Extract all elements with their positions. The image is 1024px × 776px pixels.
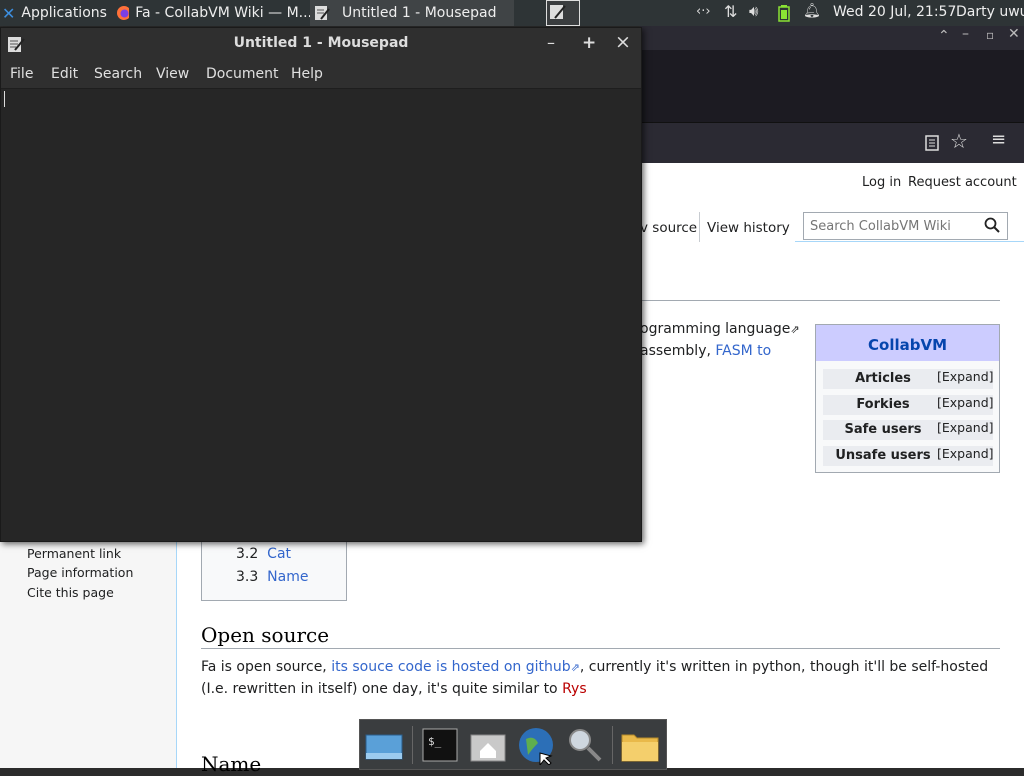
applications-menu[interactable]: ✕ Applications ⋮: [0, 0, 112, 26]
search-icon[interactable]: [984, 217, 1000, 233]
toc-item[interactable]: 3.2 Cat: [236, 546, 291, 562]
home-folder-icon[interactable]: [468, 725, 508, 765]
menu-hamburger-icon[interactable]: ≡: [991, 129, 1006, 150]
infobox-row-label: Articles: [855, 371, 911, 386]
intro-link-programming[interactable]: ogramming language⇗: [640, 321, 800, 337]
infobox-row-label: Unsafe users: [835, 448, 931, 463]
dock-separator: [412, 726, 413, 764]
transfer-icon[interactable]: ⇅: [724, 2, 737, 21]
login-link[interactable]: Log in: [862, 175, 901, 190]
web-browser-icon[interactable]: [516, 725, 556, 765]
section-heading-open-source: Open source: [201, 623, 330, 647]
heading-rule: [640, 300, 1000, 301]
github-link[interactable]: its souce code is hosted on github⇗: [331, 659, 580, 675]
task-mousepad[interactable]: Untitled 1 - Mousepad: [310, 0, 514, 26]
sidebar-link-permanent[interactable]: Permanent link: [27, 546, 121, 561]
menu-edit[interactable]: Edit: [51, 66, 78, 82]
task-label: Fa - CollabVM Wiki — M...: [135, 5, 312, 21]
mousepad-titlebar[interactable]: Untitled 1 - Mousepad – + ×: [1, 28, 641, 60]
show-desktop-icon[interactable]: [364, 725, 404, 765]
search-input[interactable]: [808, 216, 982, 236]
firefox-toolbar: ☆ ≡: [640, 122, 1024, 163]
sidebar-link-page-info[interactable]: Page information: [27, 565, 133, 580]
infobox-title[interactable]: CollabVM: [816, 336, 999, 354]
infobox-row: Unsafe users [Expand]: [823, 446, 994, 466]
intro-link-fasm[interactable]: FASM to: [715, 343, 771, 359]
expand-button[interactable]: [Expand]: [937, 369, 994, 384]
tab-divider: [699, 212, 700, 242]
close-button[interactable]: ×: [615, 31, 631, 53]
clock[interactable]: Wed 20 Jul, 21:57: [833, 4, 956, 20]
menu-search[interactable]: Search: [94, 66, 142, 82]
firefox-icon: [117, 6, 130, 20]
infobox-row: Articles [Expand]: [823, 369, 994, 389]
task-label: Untitled 1 - Mousepad: [342, 5, 497, 21]
sidebar-link-cite[interactable]: Cite this page: [27, 585, 114, 600]
maximize-button[interactable]: +: [582, 33, 596, 53]
ff-close-icon[interactable]: ✕: [1008, 26, 1020, 42]
mousepad-task-icon: [315, 6, 330, 20]
app-finder-icon[interactable]: [564, 725, 604, 765]
folder-icon[interactable]: [620, 725, 660, 765]
mousepad-title: Untitled 1 - Mousepad: [233, 35, 409, 51]
ff-up-icon[interactable]: ⌃: [938, 28, 950, 44]
volume-icon[interactable]: 🔊︎: [749, 2, 758, 20]
terminal-icon[interactable]: $_: [420, 725, 460, 765]
expand-button[interactable]: [Expand]: [937, 395, 994, 410]
tab-view-source[interactable]: v source: [640, 220, 697, 236]
applications-label: Applications: [21, 5, 107, 21]
user-menu[interactable]: Darty uwu: [956, 4, 1024, 20]
tabs-underline: [795, 241, 1024, 242]
dock: $_: [359, 719, 667, 770]
mousepad-window: Untitled 1 - Mousepad – + × File Edit Se…: [0, 27, 642, 542]
intro-text: assembly, FASM to: [640, 343, 772, 359]
workspace-switcher[interactable]: [546, 0, 580, 26]
battery-icon[interactable]: [778, 5, 790, 22]
search-box[interactable]: [803, 212, 1008, 240]
menu-help[interactable]: Help: [291, 66, 323, 82]
network-arrows-icon[interactable]: ‹·›: [696, 4, 711, 19]
expand-button[interactable]: [Expand]: [937, 446, 994, 461]
reader-view-icon[interactable]: [925, 135, 939, 151]
infobox: CollabVM Articles [Expand] Forkies [Expa…: [815, 324, 1000, 473]
section-rule: [201, 648, 1000, 649]
xfce-logo-icon: ✕: [2, 3, 16, 23]
task-firefox[interactable]: Fa - CollabVM Wiki — M...: [112, 0, 312, 26]
open-source-paragraph-line2: (I.e. rewritten in itself) one day, it's…: [201, 681, 587, 697]
text-cursor: [4, 91, 5, 107]
top-panel: ✕ Applications ⋮ Fa - CollabVM Wiki — M.…: [0, 0, 1024, 26]
menu-document[interactable]: Document: [206, 66, 279, 82]
infobox-row: Safe users [Expand]: [823, 420, 994, 440]
infobox-row: Forkies [Expand]: [823, 395, 994, 415]
ff-restore-icon[interactable]: ▫: [986, 28, 994, 42]
notification-bell-icon[interactable]: 🔔︎: [803, 3, 821, 19]
bookmark-star-icon[interactable]: ☆: [950, 129, 968, 153]
expand-button[interactable]: [Expand]: [937, 420, 994, 435]
menu-view[interactable]: View: [156, 66, 189, 82]
rys-link[interactable]: Rys: [562, 681, 587, 697]
workspace-window-icon: [550, 5, 566, 19]
dock-separator: [612, 726, 613, 764]
infobox-row-label: Safe users: [844, 422, 922, 437]
menu-file[interactable]: File: [10, 66, 33, 82]
svg-text:$_: $_: [428, 735, 442, 748]
minimize-button[interactable]: –: [547, 33, 555, 52]
firefox-titlebar: ⌃ – ▫ ✕: [640, 26, 1024, 50]
text-editor-area[interactable]: [1, 89, 641, 541]
ff-minimize-icon[interactable]: –: [962, 26, 969, 42]
mousepad-menubar: File Edit Search View Document Help: [1, 60, 641, 89]
request-account-link[interactable]: Request account: [908, 175, 1017, 190]
toc-item[interactable]: 3.3 Name: [236, 569, 308, 585]
section-heading-name: Name: [201, 752, 262, 776]
tab-view-history[interactable]: View history: [707, 220, 790, 236]
infobox-row-label: Forkies: [856, 397, 910, 412]
open-source-paragraph-line1: Fa is open source, its souce code is hos…: [201, 659, 989, 675]
